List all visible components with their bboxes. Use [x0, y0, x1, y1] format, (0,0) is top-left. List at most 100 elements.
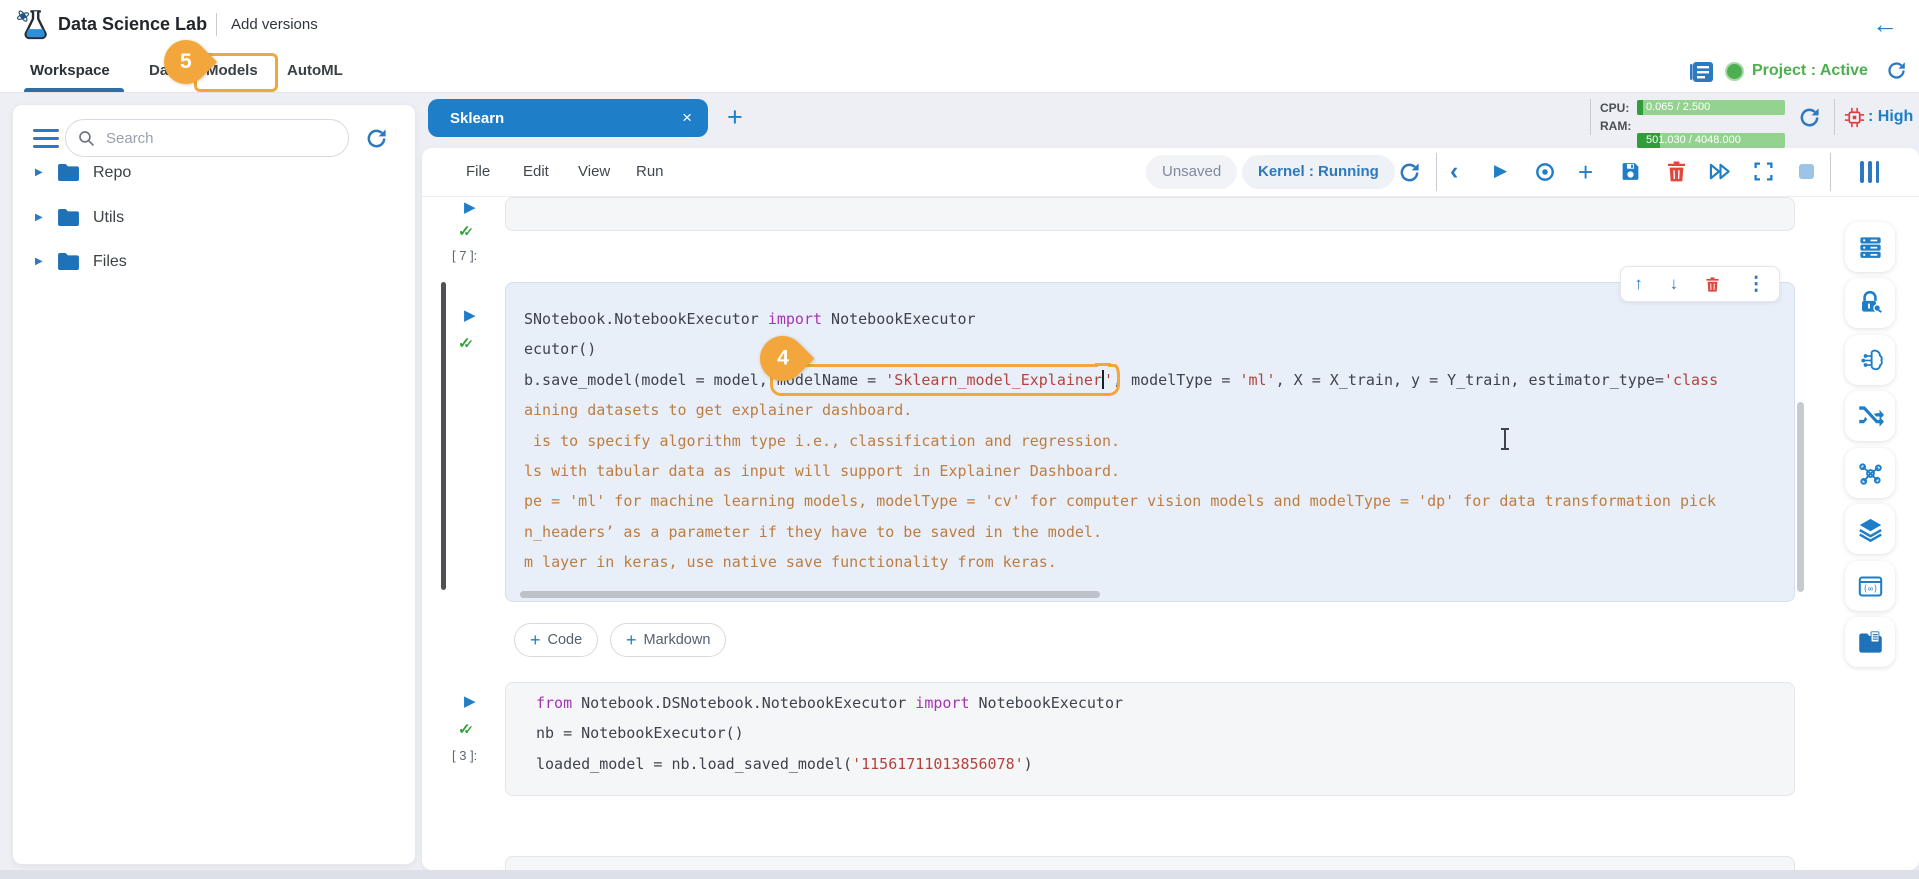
search-input[interactable] — [104, 129, 308, 148]
folder-icon — [57, 163, 80, 182]
add-cell-icon[interactable]: + — [1578, 157, 1593, 188]
ai-brain-icon — [1857, 347, 1884, 374]
code-editor[interactable]: SNotebook.NotebookExecutor import Notebo… — [524, 282, 1786, 608]
ram-usage-value: 501.030 / 4048.000 — [1637, 133, 1785, 148]
folder-row-files[interactable]: ▶ Files — [13, 240, 415, 284]
run-cell-icon[interactable]: ▶ — [1494, 161, 1507, 181]
folder-row-repo[interactable]: ▶ Repo — [13, 151, 415, 195]
notebook-menubar: File Edit View Run Unsaved Kernel : Runn… — [422, 148, 1919, 197]
app-logo-flask-icon — [16, 8, 50, 42]
rail-ai-button[interactable] — [1845, 335, 1895, 385]
ram-label: RAM: — [1600, 119, 1631, 133]
code-line: n_headers’ as a parameter if they have t… — [524, 517, 1786, 547]
rail-cluster-button[interactable] — [1845, 448, 1895, 498]
folder-label: Repo — [93, 151, 131, 195]
resources-divider — [1590, 99, 1591, 135]
execution-count-label: [ 3 ]: — [452, 748, 477, 763]
toolbar-divider — [1436, 153, 1437, 191]
expand-caret-icon[interactable]: ▶ — [35, 196, 43, 240]
execution-count-label: [ 7 ]: — [452, 248, 477, 263]
interrupt-kernel-icon[interactable] — [1534, 161, 1556, 183]
svg-text:(∞): (∞) — [1862, 583, 1877, 593]
collapse-left-icon[interactable]: ‹ — [1450, 157, 1458, 186]
add-code-button[interactable]: + Code — [514, 623, 598, 657]
layers-icon — [1857, 516, 1884, 543]
folder-icon — [57, 208, 80, 227]
rail-security-button[interactable] — [1845, 278, 1895, 328]
delete-notebook-icon[interactable] — [1666, 160, 1687, 183]
fullscreen-icon[interactable] — [1753, 161, 1774, 182]
menu-file[interactable]: File — [466, 148, 490, 196]
run-cell-gutter-icon[interactable]: ▶ — [464, 306, 476, 324]
add-markdown-button[interactable]: + Markdown — [610, 623, 726, 657]
priority-chip-icon — [1844, 107, 1865, 128]
kernel-refresh-icon[interactable] — [1398, 161, 1421, 184]
notebook-tab-label: Sklearn — [450, 110, 504, 127]
unsaved-badge: Unsaved — [1146, 155, 1237, 189]
project-notes-icon[interactable] — [1690, 62, 1713, 82]
layout-columns-icon[interactable] — [1858, 161, 1882, 188]
rail-shuffle-button[interactable] — [1845, 391, 1895, 441]
code-line: loaded_model = nb.load_saved_model('1156… — [536, 749, 1776, 779]
cpu-label: CPU: — [1600, 101, 1629, 115]
cell-previous-clipped[interactable] — [505, 197, 1795, 231]
move-cell-down-icon[interactable]: ↓ — [1670, 274, 1679, 294]
rail-regex-button[interactable]: (∞) — [1845, 561, 1895, 611]
app-header: Data Science Lab Add versions ← — [0, 0, 1919, 49]
run-all-fast-forward-icon[interactable] — [1708, 160, 1733, 183]
rail-file-manager-button[interactable] — [1845, 617, 1895, 667]
sidebar-refresh-icon[interactable] — [365, 127, 388, 150]
regex-window-icon: (∞) — [1857, 573, 1884, 600]
app-root: Data Science Lab Add versions ← Workspac… — [0, 0, 1919, 879]
notebook-tab-sklearn[interactable]: Sklearn × — [428, 99, 708, 137]
horizontal-scrollbar[interactable] — [520, 591, 1100, 598]
stop-icon[interactable] — [1799, 164, 1814, 179]
vertical-scrollbar[interactable] — [1797, 402, 1804, 592]
code-line: pe = 'ml' for machine learning models, m… — [524, 486, 1786, 516]
run-cell-gutter-icon[interactable]: ▶ — [464, 692, 476, 710]
text-cursor-ibeam — [1504, 430, 1506, 448]
add-versions-button[interactable]: Add versions — [231, 0, 318, 49]
resources-refresh-icon[interactable] — [1798, 106, 1821, 129]
hamburger-menu-icon[interactable] — [33, 129, 59, 152]
delete-cell-icon[interactable] — [1705, 276, 1720, 293]
menu-edit[interactable]: Edit — [523, 148, 549, 196]
cluster-icon — [1857, 460, 1884, 487]
rail-data-tables-button[interactable] — [1845, 222, 1895, 272]
code-line: ecutor() — [524, 334, 1786, 364]
priority-divider — [1834, 99, 1835, 135]
toolbar-divider — [1830, 153, 1831, 191]
project-refresh-icon[interactable] — [1886, 60, 1907, 81]
security-lock-icon — [1857, 290, 1883, 316]
folder-icon — [57, 252, 80, 271]
primary-nav: Workspace Data Models AutoML Project : A… — [0, 49, 1919, 93]
more-options-kebab-icon[interactable]: ⋮ — [1747, 273, 1766, 296]
exec-success-icon: ✓✓ — [458, 334, 474, 352]
project-status-label: Project : Active — [1752, 49, 1868, 92]
code-editor-bottom[interactable]: from Notebook.DSNotebook.NotebookExecuto… — [536, 686, 1776, 792]
data-tables-icon — [1857, 234, 1884, 261]
code-line: is to specify algorithm type i.e., class… — [524, 426, 1786, 456]
back-arrow-button[interactable]: ← — [1872, 0, 1898, 49]
active-cell-indicator-bar — [441, 282, 446, 590]
move-cell-up-icon[interactable]: ↑ — [1634, 274, 1643, 294]
code-line: SNotebook.NotebookExecutor import Notebo… — [524, 304, 1786, 334]
menu-view[interactable]: View — [578, 148, 610, 196]
folder-row-utils[interactable]: ▶ Utils — [13, 196, 415, 240]
expand-caret-icon[interactable]: ▶ — [35, 151, 43, 195]
tab-close-icon[interactable]: × — [682, 108, 692, 128]
file-explorer-sidebar: ▶ Repo ▶ Utils ▶ Files — [12, 104, 416, 865]
cpu-usage-bar: 0.065 / 2.500 — [1637, 100, 1785, 115]
folder-label: Files — [93, 240, 127, 284]
run-cell-gutter-icon[interactable]: ▶ — [464, 198, 476, 216]
menu-run[interactable]: Run — [636, 148, 664, 196]
cpu-usage-value: 0.065 / 2.500 — [1637, 100, 1785, 115]
rail-layers-button[interactable] — [1845, 504, 1895, 554]
plus-icon: + — [626, 630, 637, 651]
expand-caret-icon[interactable]: ▶ — [35, 240, 43, 284]
nav-tab-automl[interactable]: AutoML — [287, 49, 343, 92]
nav-tab-workspace[interactable]: Workspace — [30, 49, 110, 92]
save-notebook-icon[interactable] — [1620, 161, 1641, 182]
new-tab-plus-icon[interactable]: + — [727, 104, 743, 130]
shuffle-icon — [1857, 403, 1884, 430]
